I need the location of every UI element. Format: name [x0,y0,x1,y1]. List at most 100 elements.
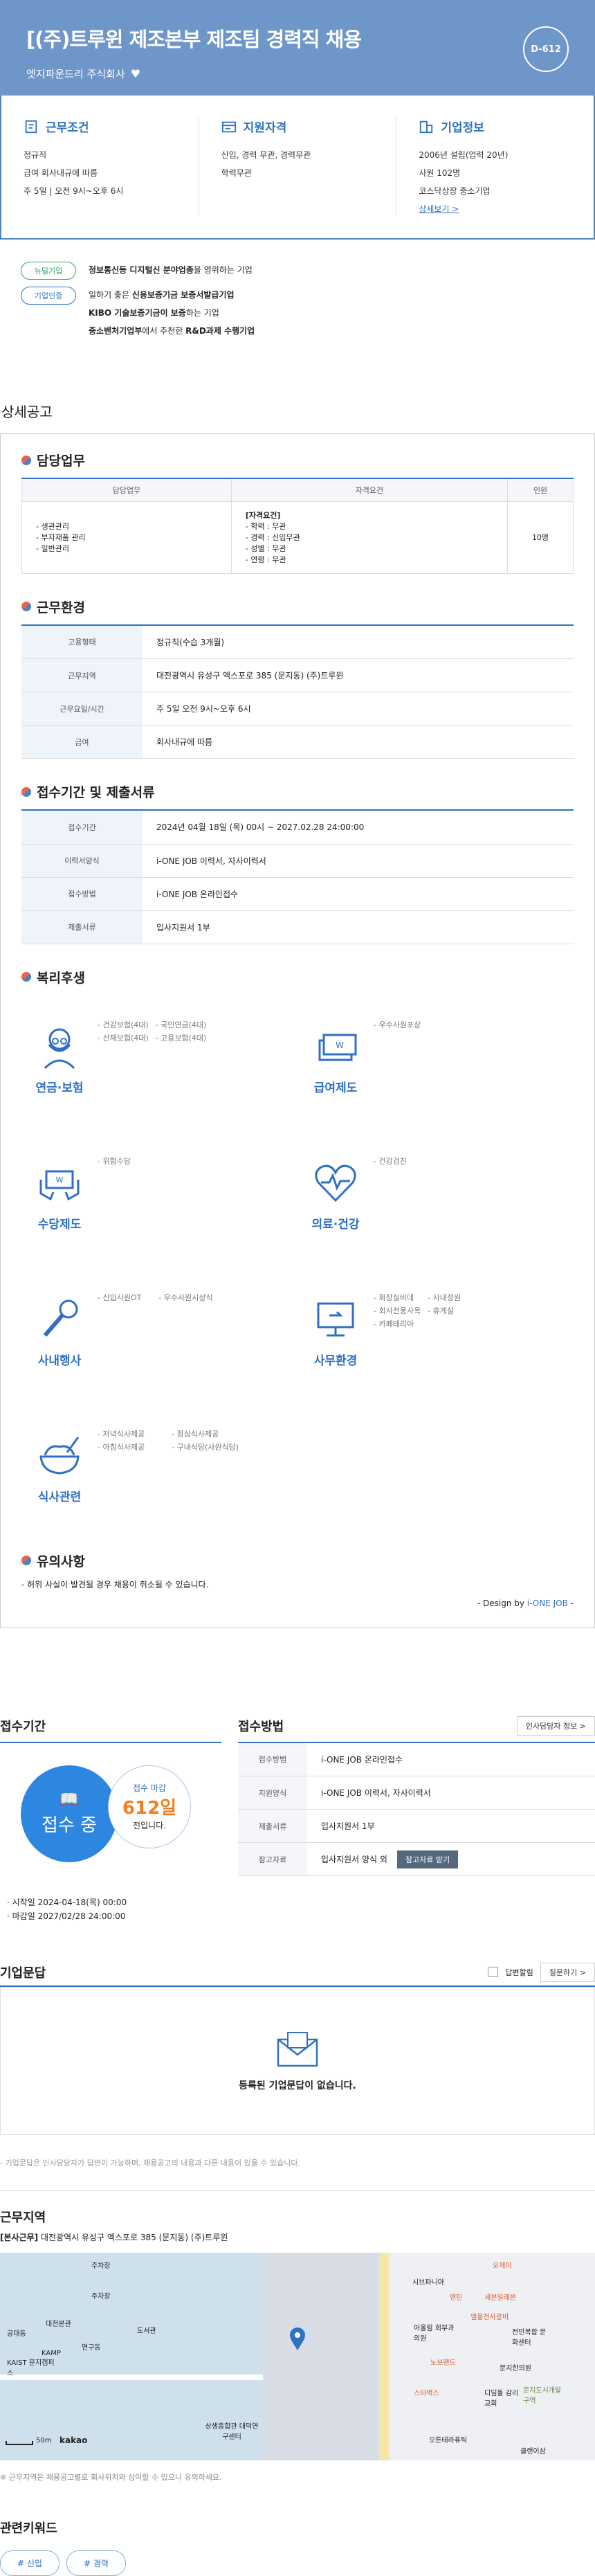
row-key: 제출서류 [238,1809,307,1843]
book-icon: 📖 [60,1790,79,1808]
summary-work-line: 급여 회사내규에 따름 [24,168,98,178]
end-date: · 마감일 2027/02/28 24:00:00 [7,1911,126,1921]
apply-period-panel: 접수기간 📖 접수 중 접수 마감 612일 전입니다. · 시작일 2024-04-… [0,1710,221,1923]
newdeal-pill: 뉴딜기업 [21,262,76,280]
benefit-entry: - 건강보험(4대) [98,1020,149,1029]
apply-method-panel: 접수방법 인사담당자 정보 > 접수방법 i-ONE JOB 온라인접수 지원양식 i… [238,1710,595,1923]
benefit-entry: - 화장실비데 [374,1292,414,1302]
detail-panel: 담당업무 담당업무 자격요건 인원 - 생관관리 - 부자재품 관리 - 일반관… [0,433,595,1628]
row-key: 참고자료 [238,1842,307,1876]
days-left: 612일 [122,1798,177,1819]
benefit-item: 식사관련 - 저녁식사제공 - 점심식사제공 - 아침식사제공 - 구내식당(사원식당… [21,1427,298,1528]
ref-cell: 입사지원서 양식 외 참고자료 받기 [307,1842,595,1876]
duty-table: 담당업무 자격요건 인원 - 생관관리 - 부자재품 관리 - 일반관리 [자격… [21,479,574,574]
deadline-label: 접수 마감 [133,1783,166,1793]
map-label: 도서관 [137,2327,156,2335]
building-icon [420,120,433,133]
benefit-label: 의료·건강 [311,1217,360,1232]
row-value: i-ONE JOB 온라인접수 [307,1742,595,1776]
benefit-entry: - 산재보험(4대) [98,1033,149,1043]
row-key: 급여 [21,725,143,759]
map-scale-bar [6,2440,33,2445]
benefit-label: 급여제도 [313,1081,358,1095]
start-date: · 시작일 2024-04-18(목) 00:00 [7,1897,127,1907]
keyword-chip[interactable]: # 신입 [0,2550,60,2576]
apply-heading: 접수기간 및 제출서류 [21,773,574,809]
tag-text: 을 영위하는 기업 [193,265,253,275]
qa-title: 기업문답 [0,1965,46,1981]
wallet-hands-icon: W [39,1170,80,1200]
company-detail-link[interactable]: 상세보기 > [419,200,571,218]
company-tags: 뉴딜기업 정보통신등 디지털신 분야업종을 영위하는 기업 기업인증 일하기 좋… [0,240,595,340]
apply-dates: · 시작일 2024-04-18(목) 00:00 · 마감일 2027/02/… [0,1895,221,1923]
money-icon: W [318,1034,357,1061]
hr-info-button[interactable]: 인사담당자 정보 > [516,1715,595,1736]
design-post: - [567,1598,574,1608]
map-label: 오제이 [493,2262,512,2270]
ref-download-button[interactable]: 참고자료 받기 [396,1850,459,1868]
summary-work: 근무조건 정규직 급여 회사내규에 따름 주 5일 | 오전 9시~오후 6시 [1,118,199,216]
row-value: 회사내규에 따름 [143,725,574,759]
tag-lines: 정보통신등 디지털신 분야업종을 영위하는 기업 [89,261,253,279]
company-name[interactable]: 엣지파운드리 주식회사 [26,66,125,81]
svg-text:W: W [336,1041,344,1050]
req-line: - 연령 : 무관 [245,555,286,564]
heart-icon[interactable]: ♥ [131,67,140,80]
benefit-entry: - 회사전용사옥 [374,1306,421,1315]
keyword-chip[interactable]: # 경력 [66,2550,126,2576]
map-scale: 50m [36,2436,52,2444]
apply-method-header: 접수방법 인사담당자 정보 > [238,1710,595,1743]
answer-alert-checkbox[interactable] [488,1967,499,1977]
benefit-entry: - 고용보험(4대) [155,1033,207,1043]
qa-tools: 답변할림 질문하기 > [488,1962,595,1982]
location-map[interactable]: 주차장 주차장 대전본관 공대동 도서관 KAIST 문지캠퍼스 연구동 KAM… [0,2252,595,2460]
design-brand: i-ONE JOB [527,1598,568,1608]
benefit-item: 연금·보험 - 건강보험(4대) - 국민연금(4대) - 산재보험(4대) - 고용… [21,1018,298,1119]
apply-info: 접수기간 📖 접수 중 접수 마감 612일 전입니다. · 시작일 2024-04-… [0,1710,595,1923]
ask-question-button[interactable]: 질문하기 > [540,1962,595,1982]
row-key: 근무요일/시간 [21,692,143,726]
row-value: i-ONE JOB 이력서, 자사이력서 [307,1776,595,1810]
row-value: 주 5일 오전 9시~오후 6시 [143,692,574,726]
tag-bold: 중소벤처기업부 [89,326,143,336]
map-label: 공대동 [7,2330,26,2338]
bullet-dot-icon [21,972,31,982]
map-label: KAMP [42,2349,61,2357]
tag-line: 일하기 좋은 신용보증기금 보증서발급기업 [89,286,255,304]
bullet-dot-icon [21,455,31,465]
summary-qual-line: 신입, 경력 무관, 경력무관 [221,150,311,160]
deadline-circle: 접수 마감 612일 전입니다. [108,1765,191,1848]
benefit-entry: - 우수사원포상 [374,1020,421,1029]
map-label: KAIST 문지캠퍼스 [7,2359,55,2377]
summary-company-title: 기업정보 [441,121,484,135]
summary-company-line: 사원 102명 [419,168,461,178]
location-title: 근무지역 [0,2210,46,2225]
map-label: 오튼테라퓨틱 [429,2436,468,2444]
apply-method-table: 접수방법 i-ONE JOB 온라인접수 지원양식 i-ONE JOB 이력서, 자… [238,1742,595,1876]
company-name-row: 엣지파운드리 주식회사 ♥ [26,66,569,81]
summary-qual-line: 학력무관 [221,168,252,178]
row-value: i-ONE JOB 이력서, 자사이력서 [143,844,574,878]
tag-row: 뉴딜기업 정보통신등 디지털신 분야업종을 영위하는 기업 [21,262,574,280]
monitor-icon [317,1302,354,1336]
tag-bold: 신용보증기금 보증서발급기업 [131,290,235,300]
row-key: 근무지역 [21,658,143,692]
notice-text: - 허위 사실이 발견될 경우 채용이 취소될 수 있습니다. [21,1579,209,1589]
benefit-entry: - 저녁식사제공 [98,1429,145,1439]
map-label: 어울림 회부과의원 [414,2324,455,2343]
row-value: 입사지원서 양식 외 [321,1854,387,1864]
bullet-dot-icon [21,786,31,797]
benefit-entry: - 점심식사제공 [172,1429,219,1439]
row-key: 지원양식 [238,1776,307,1810]
col-header: 자격요건 [230,479,509,502]
apply-title: 접수기간 및 제출서류 [37,785,155,800]
summary-qualification: 지원자격 신입, 경력 무관, 경력무관 학력무관 [199,118,397,216]
benefit-item: W 수당제도 - 위험수당 [21,1155,298,1255]
row-value: 대전광역시 유성구 엑스포로 385 (문지동) (주)트루윈 [143,658,574,692]
req-cell: [자격요건] - 학력 : 무관 - 경력 : 신입무관 - 성별 : 무관 -… [230,501,509,574]
tag-line: 중소벤처기업부에서 추천한 R&D과제 수행기업 [89,322,255,340]
benefit-entry: - 우수사원시상식 [158,1292,213,1302]
summary-company: 기업정보 2006년 설립(업력 20년) 사원 102명 코스닥상장 중소기업… [396,118,594,216]
detail-section-title: 상세공고 [1,404,53,420]
benefit-entry: - 국민연금(4대) [155,1020,207,1029]
